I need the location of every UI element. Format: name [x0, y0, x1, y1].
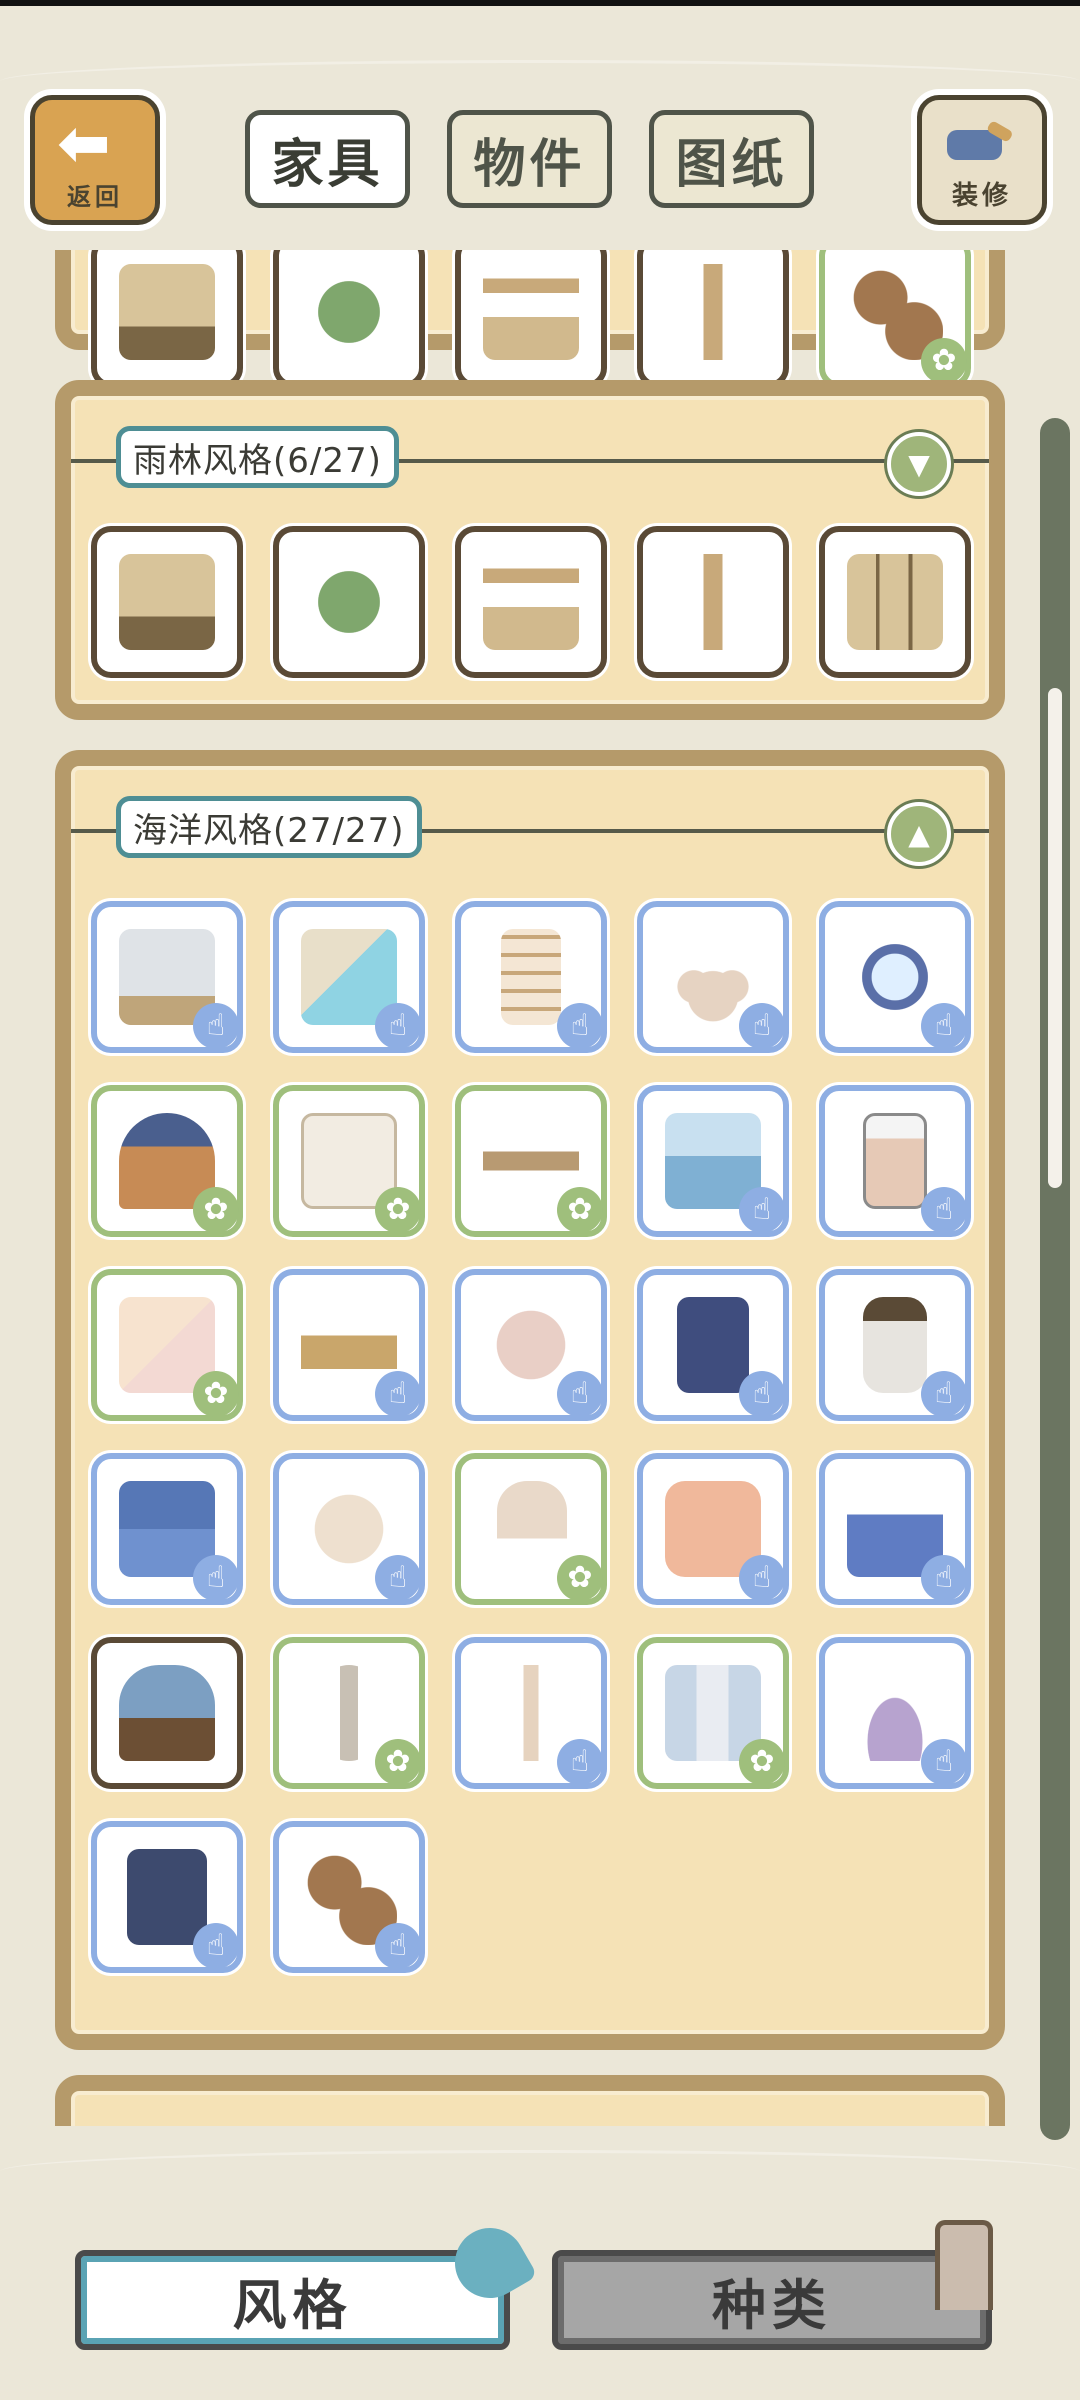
hand-icon: ☝: [557, 1371, 603, 1417]
furniture-tile[interactable]: ☝: [273, 901, 425, 1053]
hand-icon: ☝: [739, 1003, 785, 1049]
hand-icon: ☝: [193, 1923, 239, 1969]
furniture-tile[interactable]: ☝: [819, 1453, 971, 1605]
chevron-up-icon: ▲: [908, 817, 930, 851]
furniture-tile[interactable]: ☝: [91, 1821, 243, 1973]
hand-icon: ☝: [921, 1555, 967, 1601]
hand-icon: ☝: [375, 1003, 421, 1049]
collapse-toggle-ocean[interactable]: ▲: [887, 802, 951, 866]
scrollbar-thumb[interactable]: [1048, 688, 1062, 1188]
rainforest-section-panel: 雨林风格(6/27) ▼: [55, 380, 1005, 720]
furniture-scroll-area[interactable]: ✿ 雨林风格(6/27) ▼ 海洋风格(27/27) ▲ ☝ ☝ ☝ ☝ ☝ ✿…: [0, 250, 1080, 2126]
furniture-tile[interactable]: ✿: [273, 1085, 425, 1237]
furniture-tile[interactable]: [637, 250, 789, 388]
background-wave: [0, 60, 1080, 103]
furniture-tile[interactable]: ✿: [455, 1453, 607, 1605]
tab-furniture[interactable]: 家具: [245, 110, 410, 208]
furniture-tile[interactable]: ☝: [91, 1453, 243, 1605]
hand-icon: ☝: [557, 1739, 603, 1785]
furniture-tile[interactable]: [91, 526, 243, 678]
furniture-tile[interactable]: ☝: [273, 1269, 425, 1421]
scrollbar[interactable]: [1040, 418, 1070, 2140]
paw-icon: ✿: [375, 1187, 421, 1233]
hand-icon: ☝: [193, 1003, 239, 1049]
hand-icon: ☝: [557, 1003, 603, 1049]
paw-icon: ✿: [557, 1555, 603, 1601]
paw-icon: ✿: [375, 1739, 421, 1785]
furniture-tile[interactable]: ☝: [273, 1453, 425, 1605]
section-title-ocean: 海洋风格(27/27): [116, 796, 422, 858]
chevron-down-icon: ▼: [908, 447, 930, 481]
paw-icon: ✿: [193, 1187, 239, 1233]
hand-icon: ☝: [375, 1555, 421, 1601]
hand-icon: ☝: [739, 1371, 785, 1417]
paint-brush-icon: [947, 121, 1012, 160]
previous-section-panel: ✿: [55, 250, 1005, 388]
background-wave: [0, 2150, 1080, 2193]
furniture-tile[interactable]: ✿: [819, 250, 971, 388]
hand-icon: ☝: [739, 1187, 785, 1233]
furniture-tile[interactable]: ✿: [91, 1269, 243, 1421]
tab-style[interactable]: 风格: [75, 2250, 510, 2350]
paw-icon: ✿: [921, 338, 967, 384]
arrow-left-icon: ⬅: [57, 107, 111, 181]
back-button[interactable]: ⬅ 返回: [30, 95, 160, 225]
hand-icon: ☝: [375, 1371, 421, 1417]
ocean-section-panel: 海洋风格(27/27) ▲ ☝ ☝ ☝ ☝ ☝ ✿ ✿ ✿ ☝ ☝ ✿ ☝ ☝ …: [55, 750, 1005, 2050]
furniture-tile[interactable]: ✿: [91, 1085, 243, 1237]
hand-icon: ☝: [921, 1371, 967, 1417]
furniture-tile[interactable]: ☝: [637, 1269, 789, 1421]
paw-icon: ✿: [193, 1371, 239, 1417]
expand-toggle-rainforest[interactable]: ▼: [887, 432, 951, 496]
furniture-tile[interactable]: [273, 250, 425, 388]
furniture-tile[interactable]: ☝: [273, 1821, 425, 1973]
section-title-rainforest: 雨林风格(6/27): [116, 426, 399, 488]
furniture-tile[interactable]: ☝: [455, 901, 607, 1053]
furniture-tile[interactable]: ✿: [273, 1637, 425, 1789]
furniture-tile[interactable]: ☝: [91, 901, 243, 1053]
next-section-panel: [55, 2075, 1005, 2126]
furniture-tile[interactable]: ✿: [637, 1637, 789, 1789]
furniture-tile[interactable]: [91, 1637, 243, 1789]
furniture-tile[interactable]: [455, 526, 607, 678]
furniture-tile[interactable]: ☝: [455, 1269, 607, 1421]
furniture-tile[interactable]: ☝: [819, 1637, 971, 1789]
back-label: 返回: [67, 183, 123, 211]
furniture-tile[interactable]: ☝: [819, 901, 971, 1053]
furniture-tile[interactable]: ☝: [455, 1637, 607, 1789]
furniture-tile[interactable]: ☝: [819, 1085, 971, 1237]
hand-icon: ☝: [921, 1003, 967, 1049]
furniture-tile[interactable]: [819, 526, 971, 678]
furniture-tile[interactable]: [637, 526, 789, 678]
hand-icon: ☝: [739, 1555, 785, 1601]
decorate-label: 装修: [951, 181, 1012, 211]
paw-icon: ✿: [739, 1739, 785, 1785]
furniture-tile[interactable]: [455, 250, 607, 388]
tab-blueprints[interactable]: 图纸: [649, 110, 814, 208]
paw-icon: ✿: [557, 1187, 603, 1233]
hand-icon: ☝: [921, 1739, 967, 1785]
furniture-tile[interactable]: ✿: [455, 1085, 607, 1237]
hand-icon: ☝: [375, 1923, 421, 1969]
furniture-tile[interactable]: [91, 250, 243, 388]
hand-icon: ☝: [921, 1187, 967, 1233]
tab-kind[interactable]: 种类: [552, 2250, 992, 2350]
status-strip: [0, 0, 1080, 6]
furniture-tile[interactable]: ☝: [819, 1269, 971, 1421]
hand-icon: ☝: [193, 1555, 239, 1601]
decorate-button[interactable]: 装修: [917, 95, 1047, 225]
furniture-tile[interactable]: ☝: [637, 901, 789, 1053]
furniture-tile[interactable]: ☝: [637, 1453, 789, 1605]
furniture-tile[interactable]: ☝: [637, 1085, 789, 1237]
chair-icon: [935, 2220, 993, 2310]
furniture-tile[interactable]: [273, 526, 425, 678]
tab-items[interactable]: 物件: [447, 110, 612, 208]
